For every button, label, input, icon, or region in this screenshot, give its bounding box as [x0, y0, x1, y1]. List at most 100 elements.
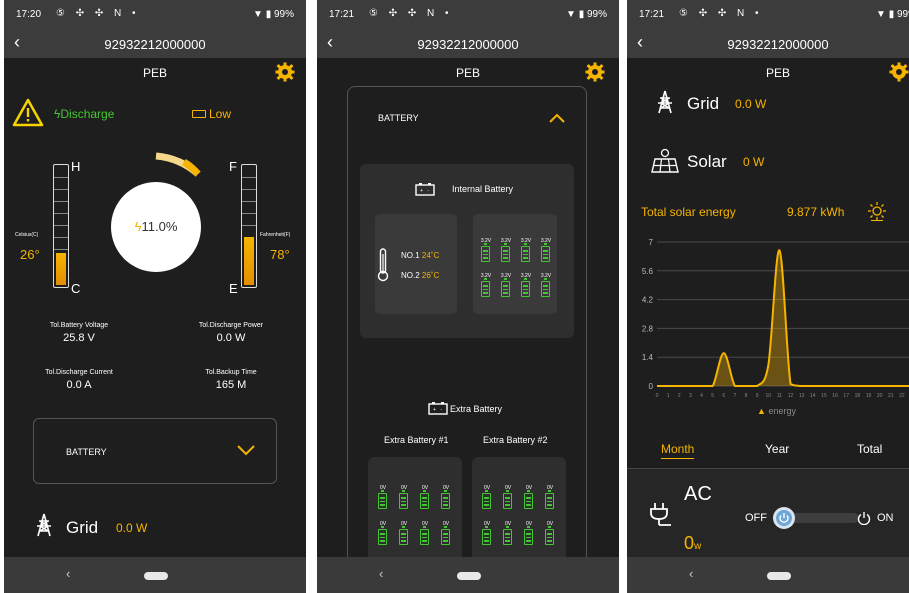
fahrenheit-thermometer: [241, 164, 257, 288]
cold-mark: C: [71, 281, 81, 296]
internal-battery-title: Internal Battery: [452, 184, 514, 194]
ac-label: AC: [684, 483, 712, 505]
status-bar: 17:20 ⑤ ✣ ✣ N • ▼ ▮ 99%: [4, 0, 306, 30]
fahrenheit-value: 78°: [270, 247, 290, 262]
sensor-1: NO.1 24˚C: [401, 251, 439, 260]
battery-cell-icon: [399, 526, 408, 545]
nav-back-icon[interactable]: ‹: [66, 566, 70, 581]
battery-cell-icon: [481, 243, 490, 262]
battery-box-icon: + -: [415, 183, 435, 196]
fahrenheit-number: 78: [270, 247, 285, 262]
home-pill[interactable]: [144, 572, 168, 580]
celsius-number: 26: [20, 247, 35, 262]
soc-value: 11.0%: [141, 219, 178, 234]
x-tick-label: 5: [711, 393, 714, 399]
battery-cell-icon: [399, 490, 408, 509]
celsius-value: 26°: [20, 247, 40, 262]
battery-cell-icon: [420, 490, 429, 509]
stat-value: 0.0 W: [216, 332, 246, 344]
transmission-tower-icon: [658, 90, 672, 114]
x-tick-label: 4: [700, 393, 703, 399]
sensor-2: NO.2 26˚C: [401, 271, 439, 280]
toolbar: ‹ 92932212000000: [317, 30, 619, 58]
stat-voltage: Tol.Battery Voltage 25.8 V: [34, 322, 124, 344]
extra-battery-1-label: Extra Battery #1: [384, 435, 449, 445]
battery-cell-icon: [378, 526, 387, 545]
stat-discharge-power: Tol.Discharge Power 0.0 W: [186, 322, 276, 344]
extra-battery-title: Extra Battery: [450, 404, 503, 414]
battery-expander[interactable]: BATTERY: [33, 418, 277, 484]
battery-cell-icon: [481, 278, 490, 297]
screen-battery-detail: 17:21 ⑤ ✣ ✣ N • ▼ ▮ 99% ‹ 92932212000000…: [317, 0, 619, 593]
battery-cell-icon: [441, 526, 450, 545]
device-id-title: 92932212000000: [727, 37, 829, 52]
power-icon: [857, 512, 871, 525]
gear-icon[interactable]: [889, 62, 909, 82]
svg-text:-: -: [428, 188, 430, 194]
battery-box-icon: + -: [428, 402, 448, 415]
page-title: PEB: [455, 66, 480, 80]
battery-cell-icon: [541, 278, 550, 297]
svg-text:-: -: [441, 407, 443, 413]
grid-label: Grid: [66, 518, 99, 537]
sensor-2-temp: 26˚C: [421, 271, 440, 280]
y-tick-label: 7: [649, 238, 654, 247]
gear-icon[interactable]: [585, 62, 605, 82]
toolbar: ‹ 92932212000000: [627, 30, 909, 58]
warning-icon[interactable]: [12, 98, 44, 128]
total-solar-label: Total solar energy: [641, 205, 736, 219]
chevron-up-icon[interactable]: [548, 112, 566, 124]
fahrenheit-label: Fahrenheit(F): [260, 232, 291, 238]
solar-label: Solar: [687, 152, 727, 171]
battery-cell-icon: [521, 278, 530, 297]
battery-cell-icon: [521, 243, 530, 262]
home-pill[interactable]: [767, 572, 791, 580]
stat-backup-time: Tol.Backup Time 165 M: [186, 369, 276, 391]
energy-chart: 7 5.6 4.2 2.8 1.4 0 0 1 2 3 4 5 6 7 8 9 10 11 12 13 14 15 16 17…: [627, 232, 909, 432]
status-right: ▼ ▮ 99%: [566, 9, 607, 20]
plug-icon: [650, 503, 671, 526]
legend-triangle-icon: ▲: [757, 406, 766, 416]
x-tick-label: 20: [877, 393, 883, 399]
stat-value: 25.8 V: [63, 332, 95, 344]
x-tick-label: 22: [899, 393, 905, 399]
ac-panel: AC 0w OFF ON: [627, 468, 909, 558]
x-tick-label: 11: [777, 393, 782, 399]
battery-cell-icon: [482, 490, 491, 509]
x-tick-label: 9: [756, 393, 759, 399]
extra-battery-2-label: Extra Battery #2: [483, 435, 548, 445]
battery-cell-icon: [501, 278, 510, 297]
tab-year[interactable]: Year: [765, 442, 789, 456]
notification-icons: ⑤ ✣ ✣ N •: [56, 8, 140, 19]
ac-toggle-knob[interactable]: [773, 507, 795, 529]
gear-icon[interactable]: [275, 62, 295, 82]
x-tick-label: 16: [832, 393, 838, 399]
discharge-label: Discharge: [60, 107, 115, 121]
status-time: 17:21: [329, 9, 355, 20]
solar-panel-icon: [651, 148, 679, 173]
soc-arc: [155, 152, 201, 177]
x-tick-label: 19: [866, 393, 872, 399]
tab-total[interactable]: Total: [857, 442, 882, 456]
ac-off-label: OFF: [745, 512, 767, 524]
nav-back-icon[interactable]: ‹: [379, 566, 383, 581]
battery-percent: 99%: [896, 9, 909, 20]
battery-cell-icon: [503, 526, 512, 545]
battery-cell-icon: [541, 243, 550, 262]
stat-value: 165 M: [215, 379, 247, 391]
temperature-box: NO.1 24˚C NO.2 26˚C: [375, 214, 457, 314]
sun-icon[interactable]: [867, 201, 887, 221]
internal-cells-box: 3.2V 3.2V 3.2V 3.2V 3.2V 3.2V 3.2V 3.2V: [473, 214, 557, 314]
x-tick-label: 0: [656, 393, 659, 399]
battery-section-label: BATTERY: [378, 113, 419, 123]
notification-icons: ⑤ ✣ ✣ N •: [369, 8, 453, 19]
status-time: 17:21: [639, 9, 665, 20]
home-pill[interactable]: [457, 572, 481, 580]
nav-back-icon[interactable]: ‹: [689, 566, 693, 581]
legend-label: energy: [768, 406, 796, 416]
page-title: PEB: [142, 66, 167, 80]
tab-month[interactable]: Month: [661, 442, 695, 459]
y-tick-label: 5.6: [642, 267, 654, 276]
battery-cell-icon: [501, 243, 510, 262]
battery-percent: 99%: [586, 9, 607, 20]
